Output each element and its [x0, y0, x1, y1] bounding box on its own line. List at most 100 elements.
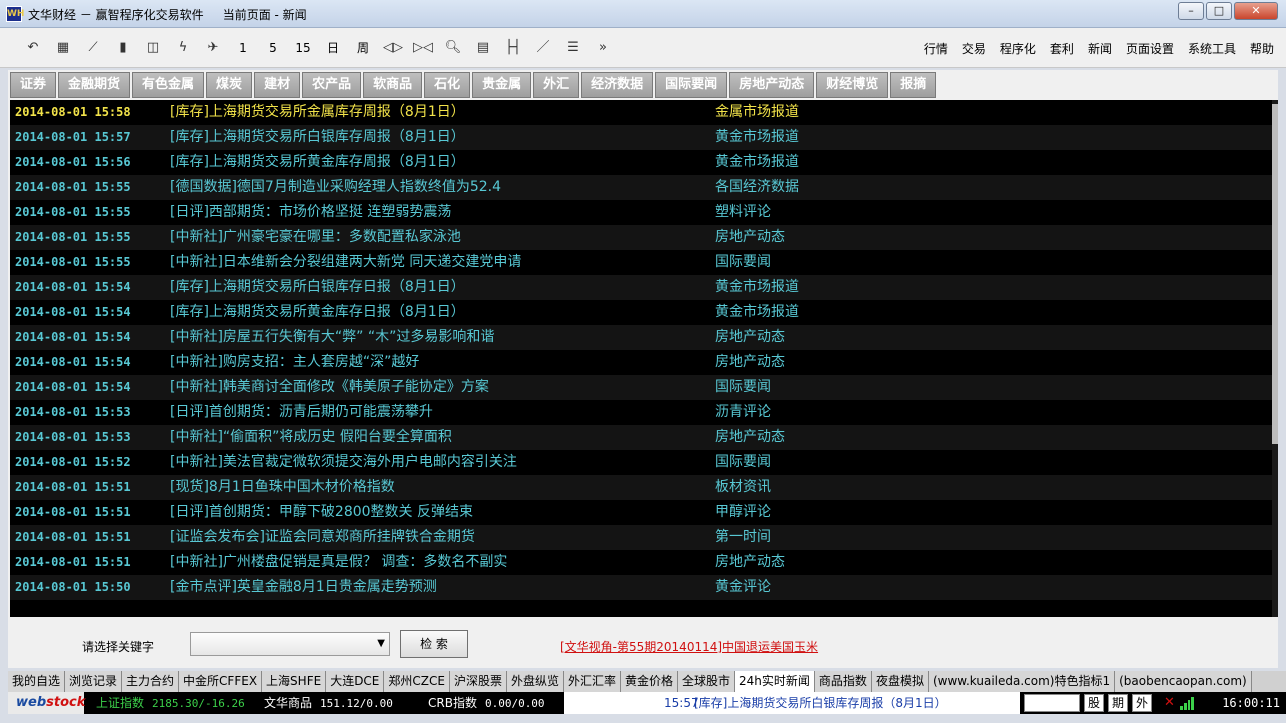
bottom-tab[interactable]: 黄金价格 — [621, 671, 679, 692]
scrollbar-thumb[interactable] — [1272, 104, 1278, 444]
bottom-tab[interactable]: 我的自选 — [8, 671, 66, 692]
calculator-icon[interactable]: ▤ — [468, 38, 498, 58]
menu-page-settings[interactable]: 页面设置 — [1126, 40, 1174, 57]
news-title[interactable]: [中新社]“偷面积”将成历史 假阳台要全算面积 — [170, 425, 452, 450]
news-row[interactable]: 2014-08-01 15:51 [证监会发布会]证监会同意郑商所挂牌铁合金期货 第… — [10, 525, 1272, 550]
maximize-icon[interactable]: □ — [1206, 2, 1232, 20]
table-icon[interactable]: ▦ — [48, 38, 78, 58]
news-title[interactable]: [中新社]购房支招：主人套房越“深”越好 — [170, 350, 419, 375]
plane-icon[interactable]: ✈ — [198, 38, 228, 58]
news-row[interactable]: 2014-08-01 15:55 [中新社]广州豪宅豪在哪里：多数配置私家泳池 房地… — [10, 225, 1272, 250]
news-row[interactable]: 2014-08-01 15:51 [现货]8月1日鱼珠中国木材价格指数 板材资讯 — [10, 475, 1272, 500]
tab-coal[interactable]: 煤炭 — [206, 72, 253, 98]
list-icon[interactable]: ☰ — [558, 38, 588, 58]
news-title[interactable]: [金市点评]英皇金融8月1日贵金属走势预测 — [170, 575, 437, 600]
news-row[interactable]: 2014-08-01 15:54 [库存]上海期货交易所黄金库存日报（8月1日） 黄… — [10, 300, 1272, 325]
news-title[interactable]: [中新社]广州楼盘促销是真是假？ 调查：多数名不副实 — [170, 550, 507, 575]
bottom-tab[interactable]: (baobencaopan.com) — [1115, 671, 1252, 692]
split-icon[interactable]: ◫ — [138, 38, 168, 58]
status-input[interactable] — [1024, 694, 1080, 712]
news-row[interactable]: 2014-08-01 15:54 [库存]上海期货交易所白银库存日报（8月1日） 黄… — [10, 275, 1272, 300]
news-title[interactable]: [德国数据]德国7月制造业采购经理人指数终值为52.4 — [170, 175, 501, 200]
bottom-tab[interactable]: 沪深股票 — [449, 671, 507, 692]
tab-forex[interactable]: 外汇 — [533, 72, 580, 98]
tab-realestate[interactable]: 房地产动态 — [729, 72, 815, 98]
news-title[interactable]: [现货]8月1日鱼珠中国木材价格指数 — [170, 475, 395, 500]
forex-button[interactable]: 外 — [1132, 694, 1152, 712]
news-row[interactable]: 2014-08-01 15:53 [中新社]“偷面积”将成历史 假阳台要全算面积 房… — [10, 425, 1272, 450]
news-title[interactable]: [中新社]日本维新会分裂组建两大新党 同天递交建党申请 — [170, 250, 521, 275]
period-5[interactable]: 5 — [258, 38, 288, 58]
tab-soft[interactable]: 软商品 — [363, 72, 423, 98]
news-row[interactable]: 2014-08-01 15:51 [中新社]广州楼盘促销是真是假？ 调查：多数名不… — [10, 550, 1272, 575]
menu-news[interactable]: 新闻 — [1088, 40, 1112, 57]
bottom-tab[interactable]: 商品指数 — [814, 671, 872, 692]
arrows-icon[interactable]: ◁▷ — [378, 38, 408, 58]
news-row[interactable]: 2014-08-01 15:52 [中新社]美法官裁定微软须提交海外用户电邮内容引… — [10, 450, 1272, 475]
more-icon[interactable]: » — [588, 38, 618, 58]
tab-nonferrous[interactable]: 有色金属 — [132, 72, 205, 98]
promo-link[interactable]: [文华视角-第55期20140114]中国退运美国玉米 — [560, 638, 818, 655]
bottom-tab[interactable]: 主力合约 — [122, 671, 180, 692]
bottom-tab[interactable]: 上海SHFE — [262, 671, 327, 692]
news-row[interactable]: 2014-08-01 15:58 [库存]上海期货交易所金属库存周报（8月1日） 金… — [10, 100, 1272, 125]
news-title[interactable]: [中新社]美法官裁定微软须提交海外用户电邮内容引关注 — [170, 450, 517, 475]
tab-intl-news[interactable]: 国际要闻 — [655, 72, 728, 98]
news-row[interactable]: 2014-08-01 15:54 [中新社]韩美商讨全面修改《韩美原子能协定》方案… — [10, 375, 1272, 400]
news-title[interactable]: [中新社]房屋五行失衡有大“弊” “木”过多易影响和谐 — [170, 325, 494, 350]
line-icon[interactable]: ／ — [528, 38, 558, 58]
bottom-tab[interactable]: 中金所CFFEX — [179, 671, 263, 692]
index-shanghai[interactable]: 上证指数 2185.30/-16.26 — [96, 692, 245, 714]
close-icon[interactable]: ✕ — [1234, 2, 1278, 20]
news-row[interactable]: 2014-08-01 15:55 [中新社]日本维新会分裂组建两大新党 同天递交建… — [10, 250, 1272, 275]
search-icon[interactable]: 🔍︎ — [438, 38, 468, 58]
news-row[interactable]: 2014-08-01 15:57 [库存]上海期货交易所白银库存周报（8月1日） 黄… — [10, 125, 1272, 150]
news-row[interactable]: 2014-08-01 15:54 [中新社]房屋五行失衡有大“弊” “木”过多易影… — [10, 325, 1272, 350]
period-week[interactable]: 周 — [348, 38, 378, 58]
search-button[interactable]: 检 索 — [400, 630, 468, 658]
bottom-tab[interactable]: (www.kuaileda.com)特色指标1 — [928, 671, 1116, 692]
index-wenhua[interactable]: 文华商品 151.12/0.00 — [264, 692, 393, 714]
menu-program[interactable]: 程序化 — [1000, 40, 1036, 57]
news-ticker[interactable]: 15:57 [库存]上海期货交易所白银库存周报（8月1日） — [564, 692, 1020, 714]
tab-agri[interactable]: 农产品 — [302, 72, 362, 98]
menu-trade[interactable]: 交易 — [962, 40, 986, 57]
futures-button[interactable]: 期 — [1108, 694, 1128, 712]
bottom-tab[interactable]: 浏览记录 — [65, 671, 123, 692]
news-title[interactable]: [库存]上海期货交易所黄金库存日报（8月1日） — [170, 300, 465, 325]
undo-icon[interactable]: ↶ — [18, 38, 48, 58]
bottom-tab[interactable]: 夜盘模拟 — [871, 671, 929, 692]
news-row[interactable]: 2014-08-01 15:53 [日评]首创期货：沥青后期仍可能震荡攀升 沥青评论 — [10, 400, 1272, 425]
bottom-tab[interactable]: 24h实时新闻 — [735, 671, 815, 692]
bottom-tab[interactable]: 郑州CZCE — [384, 671, 450, 692]
tab-securities[interactable]: 证券 — [10, 72, 57, 98]
news-row[interactable]: 2014-08-01 15:54 [中新社]购房支招：主人套房越“深”越好 房地产动… — [10, 350, 1272, 375]
minimize-icon[interactable]: – — [1178, 2, 1204, 20]
news-title[interactable]: [证监会发布会]证监会同意郑商所挂牌铁合金期货 — [170, 525, 475, 550]
news-row[interactable]: 2014-08-01 15:50 [金市点评]英皇金融8月1日贵金属走势预测 黄金评… — [10, 575, 1272, 600]
tab-precious[interactable]: 贵金属 — [472, 72, 532, 98]
period-day[interactable]: 日 — [318, 38, 348, 58]
news-title[interactable]: [日评]西部期货：市场价格坚挺 连塑弱势震荡 — [170, 200, 451, 225]
news-row[interactable]: 2014-08-01 15:56 [库存]上海期货交易所黄金库存周报（8月1日） 黄… — [10, 150, 1272, 175]
chevron-down-icon[interactable]: ▼ — [377, 638, 385, 649]
menu-arbitrage[interactable]: 套利 — [1050, 40, 1074, 57]
news-title[interactable]: [库存]上海期货交易所金属库存周报（8月1日） — [170, 100, 465, 125]
range-icon[interactable]: ├┤ — [498, 38, 528, 58]
news-title[interactable]: [库存]上海期货交易所黄金库存周报（8月1日） — [170, 150, 465, 175]
news-title[interactable]: [中新社]广州豪宅豪在哪里：多数配置私家泳池 — [170, 225, 461, 250]
news-row[interactable]: 2014-08-01 15:51 [日评]首创期货：甲醇下破2800整数关 反弹结… — [10, 500, 1272, 525]
news-title[interactable]: [库存]上海期货交易所白银库存日报（8月1日） — [170, 275, 465, 300]
bottom-tab[interactable]: 外盘纵览 — [506, 671, 564, 692]
index-crb[interactable]: CRB指数 0.00/0.00 — [428, 692, 545, 714]
stock-button[interactable]: 股 — [1084, 694, 1104, 712]
candle-icon[interactable]: ▮ — [108, 38, 138, 58]
tab-building[interactable]: 建材 — [254, 72, 301, 98]
bottom-tab[interactable]: 外汇汇率 — [563, 671, 621, 692]
bottom-tab[interactable]: 全球股市 — [678, 671, 736, 692]
menu-system-tools[interactable]: 系统工具 — [1188, 40, 1236, 57]
news-row[interactable]: 2014-08-01 15:55 [德国数据]德国7月制造业采购经理人指数终值为5… — [10, 175, 1272, 200]
lightning-icon[interactable]: ϟ — [168, 38, 198, 58]
tab-econ-data[interactable]: 经济数据 — [581, 72, 654, 98]
news-row[interactable]: 2014-08-01 15:55 [日评]西部期货：市场价格坚挺 连塑弱势震荡 塑料… — [10, 200, 1272, 225]
